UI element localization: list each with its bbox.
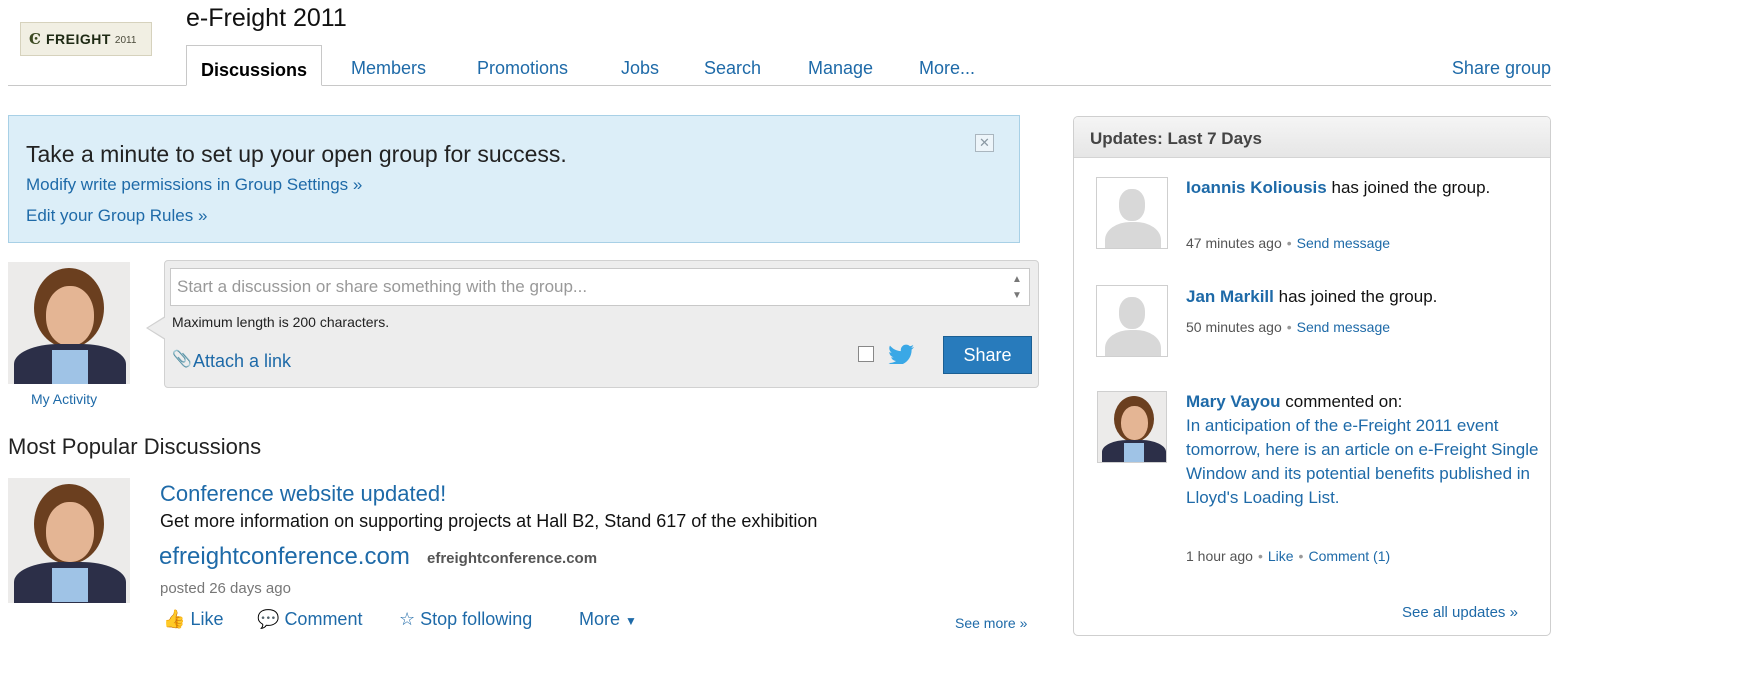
post-description: Get more information on supporting proje… [160, 511, 818, 531]
discussion-input[interactable] [170, 268, 1030, 306]
send-message-link[interactable]: Send message [1297, 319, 1390, 335]
logo-mark: Ͼ [29, 30, 41, 48]
update-time: 1 hour ago [1186, 548, 1253, 564]
chevron-down-icon: ▼ [625, 614, 637, 628]
post-timestamp: posted 26 days ago [160, 580, 291, 597]
paperclip-icon[interactable]: 📎 [172, 349, 192, 369]
stop-following-button[interactable]: ☆ Stop following [399, 609, 532, 630]
popular-heading: Most Popular Discussions [8, 434, 262, 459]
more-dropdown[interactable]: More ▼ [579, 609, 637, 630]
update-time: 50 minutes ago [1186, 319, 1282, 335]
tab-members[interactable]: Members [351, 58, 426, 79]
update-meta: 50 minutes ago • Send message [1186, 319, 1391, 335]
member-name-link[interactable]: Mary Vayou [1186, 392, 1281, 411]
like-button[interactable]: 👍 Like [163, 609, 223, 630]
update-meta: 47 minutes ago • Send message [1186, 235, 1391, 251]
scroll-up-icon[interactable]: ▲ [1012, 274, 1022, 285]
comment-label: Comment [284, 609, 363, 629]
tab-search[interactable]: Search [704, 58, 761, 79]
group-rules-link[interactable]: Edit your Group Rules » [26, 206, 207, 226]
update-time: 47 minutes ago [1186, 235, 1282, 251]
comment-button[interactable]: 💬 Comment [257, 609, 362, 630]
update-text: commented on: [1285, 392, 1403, 411]
member-name-link[interactable]: Jan Markill [1186, 287, 1274, 306]
my-activity-link[interactable]: My Activity [31, 391, 97, 407]
send-message-link[interactable]: Send message [1297, 235, 1390, 251]
see-all-updates-link[interactable]: See all updates » [1402, 604, 1518, 621]
member-name-link[interactable]: Ioannis Koliousis [1186, 178, 1327, 197]
group-logo[interactable]: Ͼ FREIGHT 2011 [20, 22, 152, 56]
like-label: Like [190, 609, 224, 629]
post-title-link[interactable]: Conference website updated! [160, 481, 446, 507]
share-button[interactable]: Share [943, 336, 1032, 374]
composer-pointer-fill [148, 317, 166, 339]
tab-promotions[interactable]: Promotions [477, 58, 568, 79]
commented-article-link[interactable]: In anticipation of the e-Freight 2011 ev… [1186, 414, 1541, 510]
see-more-link[interactable]: See more » [955, 615, 1027, 631]
member-avatar-placeholder[interactable] [1096, 177, 1168, 249]
scroll-down-icon[interactable]: ▼ [1012, 290, 1022, 301]
update-meta: 1 hour ago • Like • Comment (1) [1186, 548, 1391, 564]
updates-header: Updates: Last 7 Days [1074, 117, 1550, 158]
tweet-checkbox[interactable] [858, 346, 874, 362]
update-item: Ioannis Koliousis has joined the group. [1186, 176, 1541, 200]
post-author-avatar[interactable] [8, 478, 130, 603]
commenter-avatar[interactable] [1097, 391, 1167, 463]
setup-title: Take a minute to set up your open group … [26, 141, 567, 167]
member-avatar-placeholder[interactable] [1096, 285, 1168, 357]
setup-banner: Take a minute to set up your open group … [8, 115, 1020, 243]
more-label: More [579, 609, 621, 629]
star-icon: ☆ [399, 609, 416, 629]
logo-word: FREIGHT [45, 31, 111, 47]
share-group-link[interactable]: Share group [1452, 58, 1551, 79]
logo-year: 2011 [114, 35, 137, 46]
tab-manage[interactable]: Manage [808, 58, 873, 79]
twitter-bird-icon [888, 344, 914, 364]
like-link[interactable]: Like [1268, 548, 1294, 564]
stop-following-label: Stop following [420, 609, 533, 629]
tab-jobs[interactable]: Jobs [621, 58, 659, 79]
thumbs-up-icon: 👍 [163, 609, 186, 629]
group-settings-link[interactable]: Modify write permissions in Group Settin… [26, 175, 362, 195]
tab-discussions[interactable]: Discussions [186, 45, 323, 86]
group-title: e-Freight 2011 [186, 4, 347, 32]
close-icon[interactable]: ✕ [975, 134, 994, 152]
updates-title: Updates: Last 7 Days [1090, 129, 1262, 148]
max-length-hint: Maximum length is 200 characters. [172, 314, 390, 330]
user-avatar[interactable] [8, 262, 130, 384]
comment-count-link[interactable]: Comment (1) [1308, 548, 1390, 564]
speech-bubble-icon: 💬 [257, 609, 280, 629]
attach-link-button[interactable]: Attach a link [193, 351, 291, 372]
update-item: Mary Vayou commented on: In anticipation… [1186, 390, 1541, 510]
update-text: has joined the group. [1278, 287, 1438, 306]
tab-more[interactable]: More... [919, 58, 975, 79]
update-text: has joined the group. [1331, 178, 1491, 197]
post-domain-link[interactable]: efreightconference.com [159, 543, 410, 571]
update-item: Jan Markill has joined the group. [1186, 285, 1541, 309]
post-domain-source: efreightconference.com [427, 550, 598, 567]
